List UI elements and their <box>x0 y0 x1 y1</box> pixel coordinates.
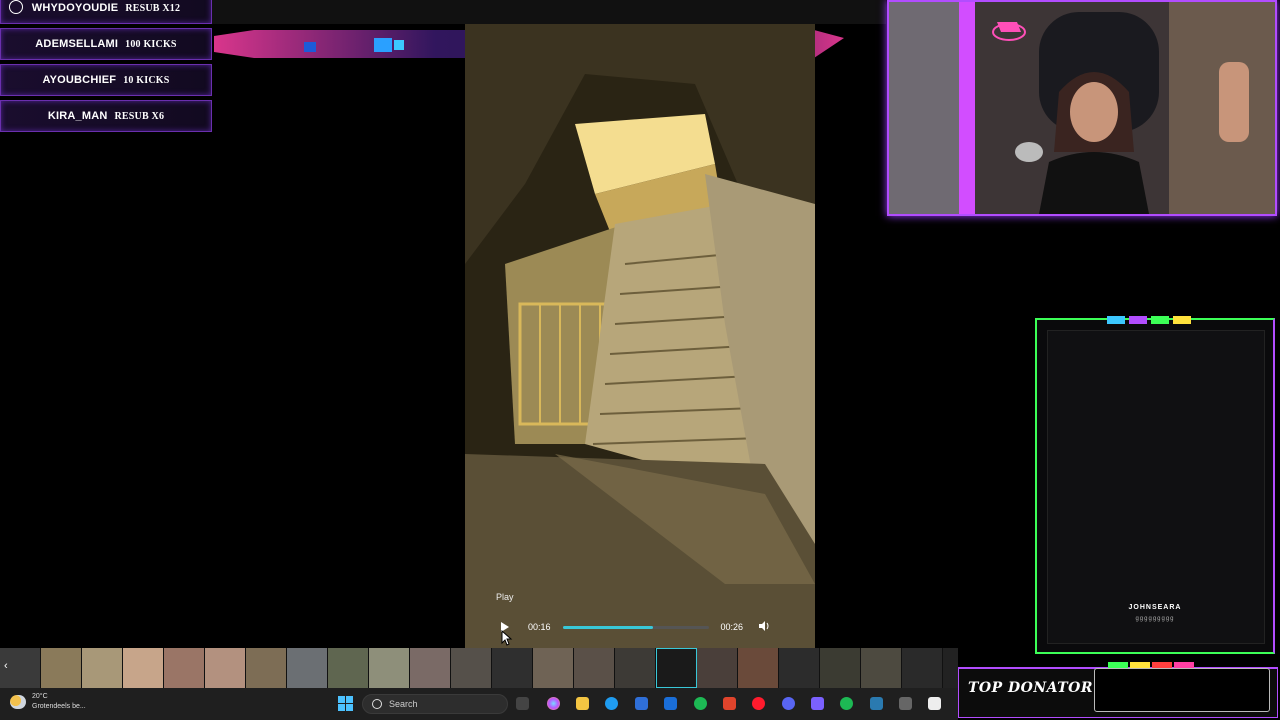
thumbnail[interactable] <box>820 648 861 688</box>
rainbow-strip <box>1107 316 1191 324</box>
event-name: AYOUBCHIEF <box>42 74 117 86</box>
seek-bar[interactable] <box>562 625 709 629</box>
opera-icon[interactable] <box>752 697 765 710</box>
thumbnail[interactable] <box>533 648 574 688</box>
thumbnail[interactable] <box>328 648 369 688</box>
mouse-cursor-icon <box>501 630 513 646</box>
windows-start-icon[interactable] <box>338 696 353 711</box>
outlook-icon[interactable] <box>664 697 677 710</box>
search-icon <box>372 699 382 709</box>
event-name: KIRA_MAN <box>47 110 108 122</box>
thumbnail-active[interactable] <box>656 648 697 688</box>
top-donator-label: TOP DONATOR <box>968 680 1093 696</box>
thumbnail[interactable] <box>41 648 82 688</box>
recent-events-list: WHYDOYOUDIE RESUB X12 ADEMSELLAMI 100 KI… <box>0 0 212 136</box>
weather-temp: 20°C <box>32 693 48 700</box>
app-icon[interactable] <box>811 697 824 710</box>
copilot-icon[interactable] <box>547 697 560 710</box>
play-tooltip: Play <box>496 592 514 602</box>
browser-top-bar <box>210 0 886 24</box>
thumbnail[interactable] <box>574 648 615 688</box>
thumbnail[interactable] <box>82 648 123 688</box>
thumbnail[interactable] <box>779 648 820 688</box>
webcam-image <box>889 2 1275 214</box>
event-kind: 10 KICKS <box>123 74 170 86</box>
event-kind: RESUB X12 <box>125 2 181 14</box>
event-kind: RESUB X6 <box>114 110 165 122</box>
current-time: 00:16 <box>528 622 551 632</box>
thumbnail[interactable] <box>902 648 943 688</box>
thumbnail[interactable] <box>738 648 779 688</box>
event-item: WHYDOYOUDIE RESUB X12 <box>0 0 212 24</box>
weather-desc: Grotendeels be... <box>32 703 86 710</box>
event-name: WHYDOYOUDIE <box>31 2 119 14</box>
thumbnail[interactable] <box>246 648 287 688</box>
search-placeholder: Search <box>389 699 418 709</box>
volume-icon[interactable] <box>759 621 770 633</box>
app-icon[interactable] <box>870 697 883 710</box>
filmstrip[interactable] <box>0 648 958 688</box>
donor-subtitle: ggggggggg <box>1135 616 1175 622</box>
thumbnail[interactable] <box>287 648 328 688</box>
donation-panel: JOHNSEARA ggggggggg <box>1035 316 1275 654</box>
top-donator-box <box>1094 668 1270 712</box>
app-icon[interactable] <box>723 697 736 710</box>
video-player[interactable] <box>465 24 815 648</box>
event-kind: 100 KICKS <box>125 38 177 50</box>
thumbnail[interactable] <box>164 648 205 688</box>
seek-progress <box>562 625 654 629</box>
app-icon[interactable] <box>694 697 707 710</box>
thumbnail[interactable] <box>369 648 410 688</box>
spotify-icon[interactable] <box>840 697 853 710</box>
app-icon[interactable] <box>899 697 912 710</box>
store-icon[interactable] <box>635 697 648 710</box>
thumbnail[interactable] <box>205 648 246 688</box>
edge-icon[interactable] <box>605 697 618 710</box>
webcam-feed <box>887 0 1277 216</box>
event-item: KIRA_MAN RESUB X6 <box>0 100 212 132</box>
chevron-left-icon[interactable]: ‹ <box>4 660 8 672</box>
thumbnail[interactable] <box>492 648 533 688</box>
event-item: AYOUBCHIEF 10 KICKS <box>0 64 212 96</box>
video-frame-staircase <box>465 24 815 648</box>
donation-screen <box>1047 330 1265 644</box>
thumbnail[interactable] <box>861 648 902 688</box>
task-view-icon[interactable] <box>516 697 529 710</box>
thumbnail[interactable] <box>410 648 451 688</box>
thumbnail[interactable] <box>123 648 164 688</box>
weather-icon <box>10 695 26 709</box>
thumbnail[interactable] <box>615 648 656 688</box>
globe-icon <box>9 0 23 14</box>
video-controls: 00:16 00:26 <box>496 616 776 638</box>
donor-name: JOHNSEARA <box>1128 604 1182 611</box>
event-name: ADEMSELLAMI <box>35 38 119 50</box>
capcut-icon[interactable] <box>928 697 941 710</box>
discord-icon[interactable] <box>782 697 795 710</box>
event-item: ADEMSELLAMI 100 KICKS <box>0 28 212 60</box>
file-explorer-icon[interactable] <box>576 697 589 710</box>
duration: 00:26 <box>720 622 744 632</box>
taskbar-search[interactable]: Search <box>362 694 508 714</box>
thumbnail[interactable] <box>697 648 738 688</box>
weather-widget[interactable]: 20°C Grotendeels be... <box>10 692 86 712</box>
thumbnail[interactable] <box>451 648 492 688</box>
